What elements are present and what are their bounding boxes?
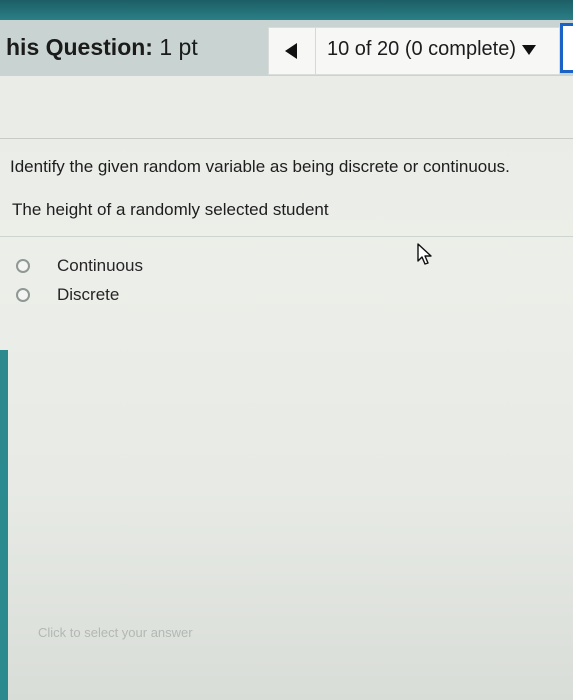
radio-continuous[interactable] xyxy=(16,259,30,273)
question-statement: The height of a randomly selected studen… xyxy=(12,200,329,219)
question-progress-dropdown[interactable]: 10 of 20 (0 complete) xyxy=(327,38,536,61)
title-points: 1 pt xyxy=(152,34,198,60)
divider-answers xyxy=(0,236,573,237)
divider-top xyxy=(0,138,573,139)
question-header: his Question: 1 pt 10 of 20 (0 complete) xyxy=(0,20,573,76)
title-bold: his Question: xyxy=(6,34,153,60)
caret-down-icon xyxy=(522,44,536,55)
progress-label: 10 of 20 (0 complete) xyxy=(327,38,516,60)
next-question-button[interactable] xyxy=(560,23,573,73)
option-label: Discrete xyxy=(57,285,120,304)
option-label: Continuous xyxy=(57,256,144,275)
mouse-pointer-icon xyxy=(417,243,432,265)
question-points-title: his Question: 1 pt xyxy=(6,34,198,61)
previous-question-button[interactable] xyxy=(283,39,303,63)
select-answer-hint: Click to select your answer xyxy=(38,625,193,640)
question-prompt: Identify the given random variable as be… xyxy=(10,157,510,176)
radio-discrete[interactable] xyxy=(16,288,30,302)
nav-divider xyxy=(315,28,316,74)
background-strip xyxy=(0,0,573,20)
left-triangle-icon xyxy=(285,43,297,59)
background-edge xyxy=(0,350,8,700)
screen: his Question: 1 pt 10 of 20 (0 complete)… xyxy=(0,0,573,700)
question-navigator: 10 of 20 (0 complete) xyxy=(268,27,560,75)
